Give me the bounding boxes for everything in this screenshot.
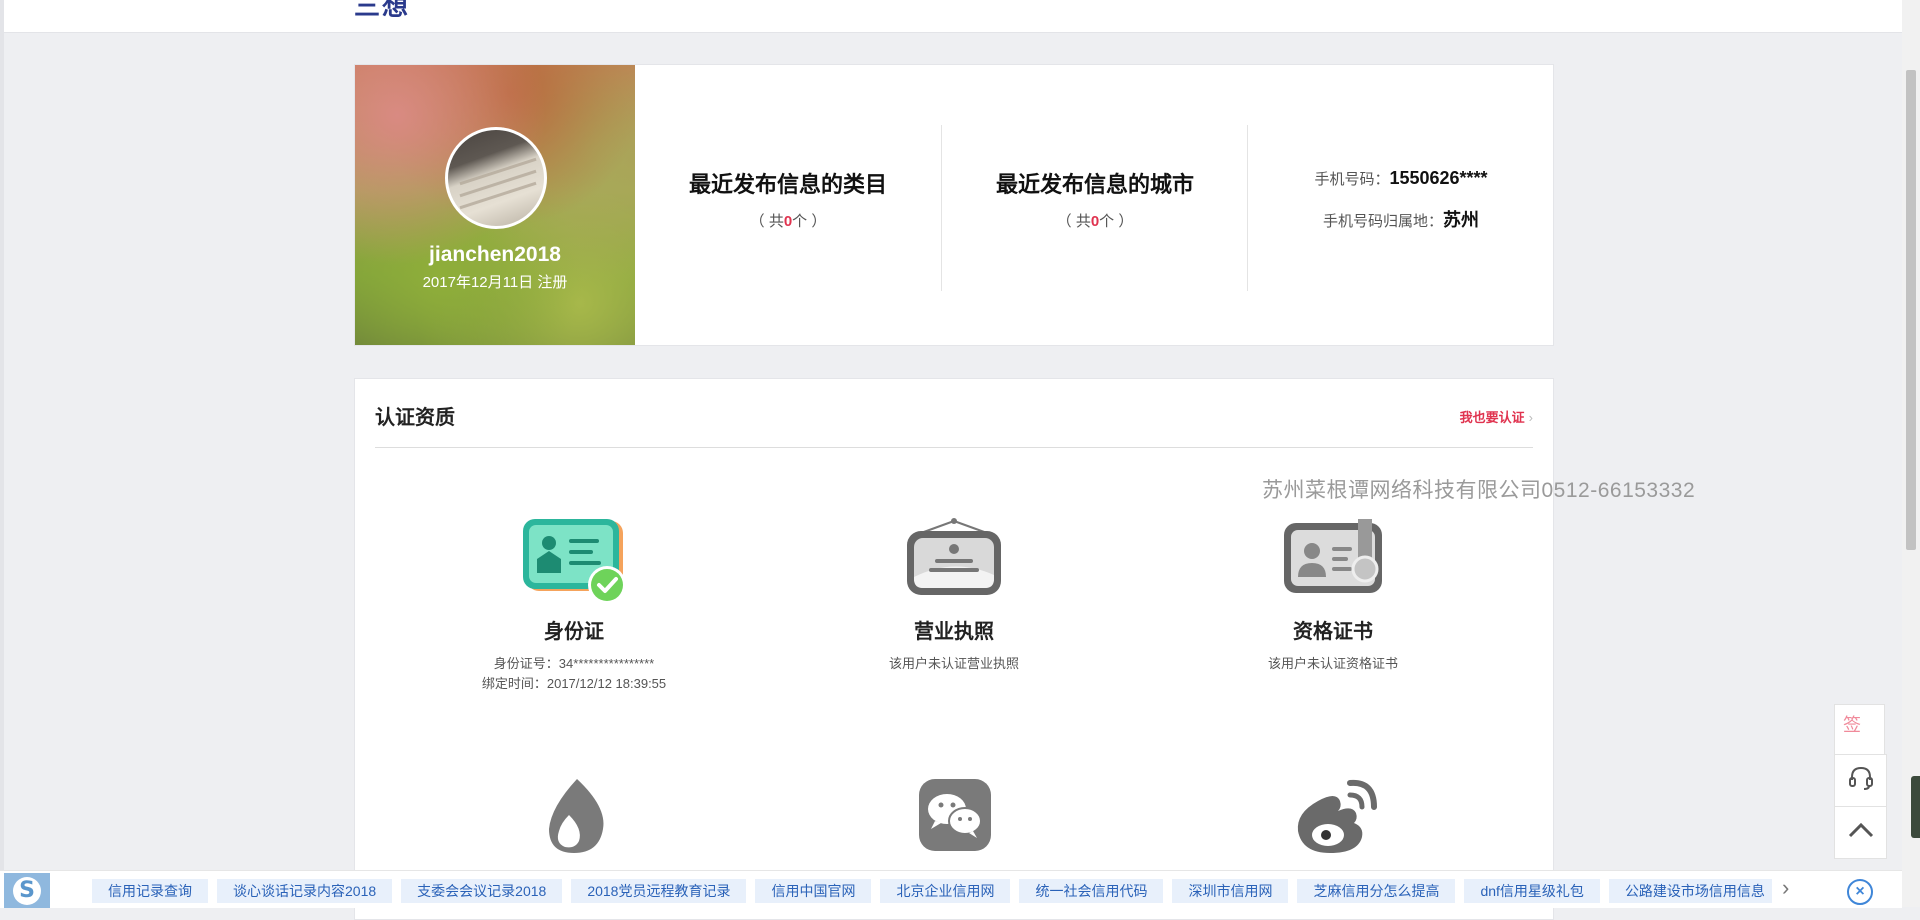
header-title: 三想 — [354, 0, 411, 21]
chevron-right-icon: › — [1528, 410, 1533, 425]
phone-info: 手机号码：1550626**** 手机号码归属地：苏州 — [1249, 65, 1553, 345]
recent-city-stat: 最近发布信息的城市 （ 共0个 ） — [942, 65, 1248, 345]
search-tag[interactable]: 信用中国官网 — [755, 879, 872, 903]
cert-id-card-desc: 身份证号：34**************** 绑定时间：2017/12/12 … — [481, 656, 667, 691]
search-tag[interactable]: 谈心谈话记录内容2018 — [217, 879, 393, 903]
phone-number: 手机号码：1550626**** — [1314, 168, 1488, 188]
close-icon[interactable]: × — [1847, 879, 1873, 905]
cert-business-license-name: 营业执照 — [914, 621, 994, 643]
search-tag[interactable]: 信用记录查询 — [92, 879, 208, 903]
recent-category-label: 最近发布信息的类目 — [688, 172, 887, 197]
certification-card: 认证资质 我也要认证 › 身份证 身份证号：34**************** … — [354, 378, 1554, 920]
business-license-icon — [899, 517, 1009, 607]
side-toolbar: 签 — [1834, 704, 1887, 859]
qualification-certificate-icon — [1278, 517, 1388, 607]
divider — [1247, 125, 1248, 291]
search-tag[interactable]: 北京企业信用网 — [880, 879, 1011, 903]
recent-category-stat: 最近发布信息的类目 （ 共0个 ） — [635, 65, 941, 345]
divider — [375, 447, 1533, 448]
cert-business-license-desc: 该用户未认证营业执照 — [888, 656, 1019, 671]
company-watermark: 苏州菜根谭网络科技有限公司0512-66153332 — [1262, 479, 1696, 502]
cert-qualification[interactable]: 资格证书 该用户未认证资格证书 — [1183, 517, 1483, 674]
id-card-verified-icon — [519, 517, 629, 607]
cert-id-card[interactable]: 身份证 身份证号：34**************** 绑定时间：2017/12… — [424, 517, 724, 694]
customer-service-button[interactable] — [1834, 754, 1887, 807]
scrollbar-thumb[interactable] — [1906, 70, 1916, 550]
chevron-right-icon[interactable]: › — [1782, 875, 1789, 901]
cert-wechat[interactable] — [804, 777, 1104, 867]
username: jianchen2018 — [429, 243, 561, 266]
back-to-top-button[interactable] — [1834, 806, 1887, 859]
phone-location: 手机号码归属地：苏州 — [1322, 210, 1479, 230]
search-tag[interactable]: 支委会会议记录2018 — [401, 879, 563, 903]
search-tag[interactable]: 芝麻信用分怎么提高 — [1297, 879, 1456, 903]
recent-category-count: （ 共0个 ） — [749, 213, 827, 230]
cert-qualification-desc: 该用户未认证资格证书 — [1267, 656, 1398, 671]
certification-title: 认证资质 — [375, 407, 455, 429]
cert-business-license[interactable]: 营业执照 该用户未认证营业执照 — [804, 517, 1104, 674]
search-tag[interactable]: 深圳市信用网 — [1172, 879, 1289, 903]
cert-flame[interactable] — [424, 777, 724, 867]
side-marker — [1911, 776, 1920, 838]
registration-date: 2017年12月11日 注册 — [422, 274, 568, 291]
cert-weibo[interactable] — [1183, 777, 1483, 867]
apply-certification-link[interactable]: 我也要认证 › — [1460, 407, 1533, 426]
search-tag[interactable]: 统一社会信用代码 — [1019, 879, 1164, 903]
cert-qualification-name: 资格证书 — [1293, 621, 1373, 643]
weibo-icon — [1278, 777, 1388, 867]
search-tag[interactable]: dnf信用星级礼包 — [1464, 879, 1600, 903]
profile-card: jianchen2018 2017年12月11日 注册 最近发布信息的类目 （ … — [354, 64, 1554, 346]
headset-icon — [1847, 764, 1875, 797]
bottom-search-bar: S 信用记录查询 谈心谈话记录内容2018 支委会会议记录2018 2018党员远程教… — [0, 870, 1902, 908]
wechat-icon — [899, 777, 1009, 867]
recent-city-count: （ 共0个 ） — [1056, 213, 1134, 230]
avatar[interactable] — [445, 127, 547, 229]
back-to-top-icon — [1847, 820, 1875, 845]
profile-cover: jianchen2018 2017年12月11日 注册 — [355, 65, 635, 345]
top-header: 三想 — [0, 0, 1902, 33]
sogou-logo-icon: S — [13, 876, 41, 905]
left-edge — [0, 0, 4, 907]
recent-city-label: 最近发布信息的城市 — [995, 172, 1194, 197]
sign-in-button[interactable]: 签 — [1834, 704, 1885, 755]
sogou-logo-button[interactable]: S — [4, 873, 50, 908]
vertical-scrollbar[interactable] — [1902, 0, 1920, 907]
flame-drop-icon — [519, 777, 629, 867]
cert-id-card-name: 身份证 — [544, 621, 604, 643]
search-tag[interactable]: 2018党员远程教育记录 — [571, 879, 747, 903]
search-tag-list: 信用记录查询 谈心谈话记录内容2018 支委会会议记录2018 2018党员远程教育记… — [92, 879, 1772, 905]
search-tag[interactable]: 公路建设市场信用信息 — [1608, 879, 1772, 903]
